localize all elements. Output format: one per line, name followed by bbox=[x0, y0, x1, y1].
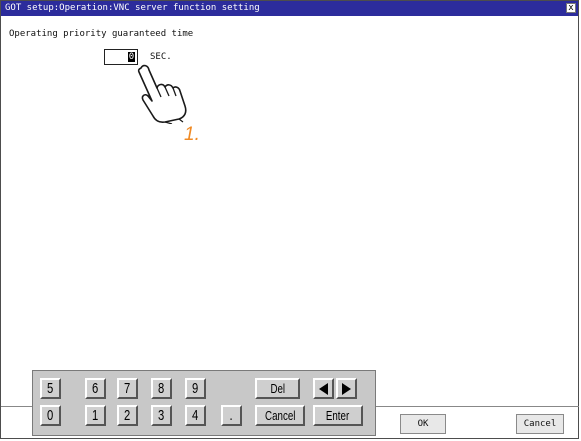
keypad-cancel-key[interactable]: Cancel bbox=[255, 405, 305, 426]
input-cursor-value: 0 bbox=[128, 52, 135, 62]
cursor-left-key[interactable] bbox=[313, 378, 334, 399]
window-title: GOT setup:Operation:VNC server function … bbox=[5, 3, 260, 13]
cursor-right-key[interactable] bbox=[336, 378, 357, 399]
close-icon: x bbox=[568, 3, 574, 13]
arrow-right-icon bbox=[342, 383, 351, 396]
key-5[interactable]: 5 bbox=[40, 378, 61, 399]
ok-button[interactable]: OK bbox=[400, 414, 446, 434]
key-0[interactable]: 0 bbox=[40, 405, 61, 426]
setting-label: Operating priority guaranteed time bbox=[9, 29, 194, 39]
key-7[interactable]: 7 bbox=[117, 378, 138, 399]
key-2[interactable]: 2 bbox=[117, 405, 138, 426]
enter-key[interactable]: Enter bbox=[313, 405, 363, 426]
decimal-point-key[interactable]: . bbox=[221, 405, 242, 426]
arrow-left-icon bbox=[319, 383, 328, 396]
key-1[interactable]: 1 bbox=[85, 405, 106, 426]
key-6[interactable]: 6 bbox=[85, 378, 106, 399]
step-number: 1. bbox=[184, 124, 200, 145]
cancel-button[interactable]: Cancel bbox=[516, 414, 564, 434]
key-4[interactable]: 4 bbox=[185, 405, 206, 426]
close-button[interactable]: x bbox=[566, 3, 576, 13]
del-key[interactable]: Del bbox=[255, 378, 300, 399]
key-9[interactable]: 9 bbox=[185, 378, 206, 399]
key-3[interactable]: 3 bbox=[151, 405, 172, 426]
unit-label: SEC. bbox=[150, 52, 172, 62]
key-8[interactable]: 8 bbox=[151, 378, 172, 399]
hand-pointer-icon bbox=[137, 64, 187, 124]
title-bar: GOT setup:Operation:VNC server function … bbox=[1, 1, 578, 16]
